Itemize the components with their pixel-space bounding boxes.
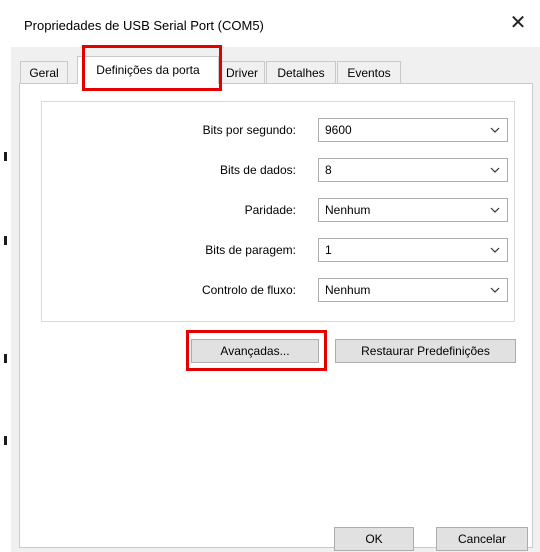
edge-mark (4, 354, 7, 363)
data-bits-select[interactable]: 8 (318, 158, 508, 182)
highlight-box-tab (82, 45, 222, 91)
flow-control-label: Controlo de fluxo: (201, 283, 296, 297)
stop-bits-label: Bits de paragem: (205, 243, 296, 257)
baud-rate-label: Bits por segundo: (202, 123, 296, 137)
data-bits-label: Bits de dados: (219, 163, 296, 177)
properties-dialog: Propriedades de USB Serial Port (COM5) ✕… (11, 0, 540, 552)
chevron-down-icon (490, 207, 500, 213)
stop-bits-value: 1 (325, 243, 332, 257)
parity-select[interactable]: Nenhum (318, 198, 508, 222)
stop-bits-select[interactable]: 1 (318, 238, 508, 262)
tab-panel: Bits por segundo: 9600 Bits de dados: 8 … (19, 83, 533, 548)
tab-driver[interactable]: Driver (219, 61, 265, 83)
cancel-button[interactable]: Cancelar (436, 527, 528, 551)
edge-mark (4, 436, 7, 445)
port-settings-group: Bits por segundo: 9600 Bits de dados: 8 … (41, 101, 515, 322)
flow-control-value: Nenhum (325, 283, 371, 297)
parity-label: Paridade: (244, 203, 296, 217)
highlight-box-advanced (186, 330, 327, 371)
chevron-down-icon (490, 287, 500, 293)
title-bar[interactable]: Propriedades de USB Serial Port (COM5) ✕ (11, 0, 540, 47)
chevron-down-icon (490, 247, 500, 253)
baud-rate-select[interactable]: 9600 (318, 118, 508, 142)
tab-details[interactable]: Detalhes (266, 61, 336, 83)
baud-rate-value: 9600 (325, 123, 352, 137)
flow-control-select[interactable]: Nenhum (318, 278, 508, 302)
chevron-down-icon (490, 127, 500, 133)
chevron-down-icon (490, 167, 500, 173)
tab-geral[interactable]: Geral (20, 61, 68, 83)
ok-button[interactable]: OK (334, 527, 414, 551)
parity-value: Nenhum (325, 203, 371, 217)
edge-mark (4, 236, 7, 245)
data-bits-value: 8 (325, 163, 332, 177)
close-icon[interactable]: ✕ (496, 6, 540, 40)
tab-events[interactable]: Eventos (337, 61, 401, 83)
restore-defaults-button[interactable]: Restaurar Predefinições (335, 339, 516, 363)
edge-mark (4, 152, 7, 161)
window-title: Propriedades de USB Serial Port (COM5) (24, 18, 264, 33)
